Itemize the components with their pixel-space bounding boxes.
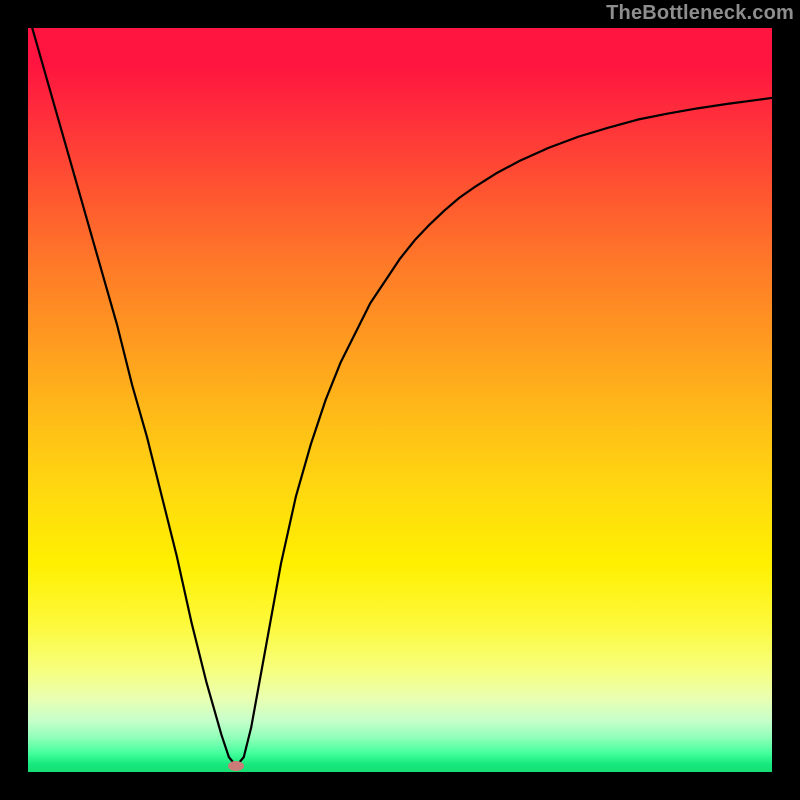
watermark-label: TheBottleneck.com <box>606 2 794 25</box>
chart-stage: TheBottleneck.com <box>0 0 800 800</box>
plot-area <box>28 28 772 772</box>
chart-curve-svg <box>28 28 772 772</box>
bottleneck-curve-path <box>28 28 772 766</box>
